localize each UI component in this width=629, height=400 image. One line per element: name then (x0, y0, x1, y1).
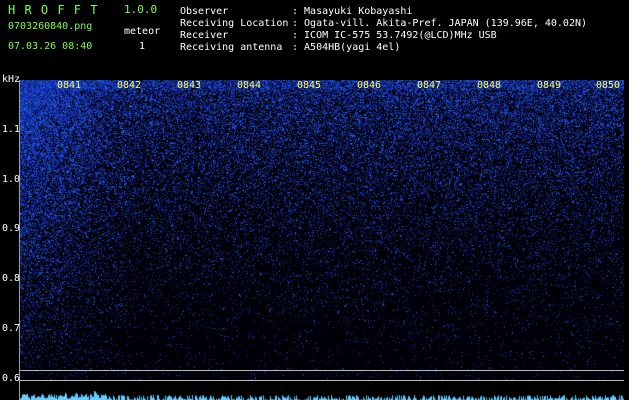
y-tick-label: 1.0 (2, 174, 21, 185)
x-tick-label: 0849 (536, 80, 562, 91)
info-antenna-label: Receiving antenna (180, 42, 283, 53)
info-observer-label: Observer (180, 6, 229, 17)
y-tick-label: 1.1 (2, 124, 21, 135)
y-tick-label: 0.6 (2, 373, 21, 384)
y-tick-label: 0.7 (2, 323, 21, 334)
y-axis-unit: kHz (2, 74, 21, 85)
info-antenna-value: : A504HB(yagi 4el) (292, 42, 401, 53)
info-receiver-label: Receiver (180, 30, 229, 41)
file-datetime: 07.03.26 08:40 (8, 41, 93, 52)
y-tick-label: 0.8 (2, 273, 21, 284)
spectrogram (20, 80, 624, 380)
x-axis-labels: 0841 0842 0843 0844 0845 0846 0847 0848 … (20, 80, 624, 92)
info-receiver-value: : ICOM IC-575 53.7492(@LCD)MHz USB (292, 30, 497, 41)
x-tick-label: 0850 (595, 80, 621, 91)
x-tick-label: 0844 (236, 80, 262, 91)
info-location-value: : Ogata-vill. Akita-Pref. JAPAN (139.96E… (292, 18, 588, 29)
trace-canvas (20, 391, 624, 400)
app-version: 1.0.0 (124, 3, 158, 16)
x-tick-label: 0848 (476, 80, 502, 91)
bottom-trace (20, 388, 624, 400)
meteor-label: meteor (124, 26, 161, 37)
hroft-window: H R O F F T 1.0.0 0703260840.png 07.03.2… (0, 0, 629, 400)
spectrogram-canvas (20, 80, 624, 380)
y-axis-labels: kHz 1.1 1.0 0.9 0.8 0.7 0.6 (0, 0, 20, 400)
rule-line-upper (20, 370, 624, 371)
meteor-count: 1 (139, 41, 146, 52)
x-tick-label: 0842 (116, 80, 142, 91)
x-tick-label: 0841 (56, 80, 82, 91)
x-tick-label: 0847 (416, 80, 442, 91)
app-title: H R O F F T (8, 3, 99, 17)
y-tick-label: 0.9 (2, 223, 21, 234)
x-tick-label: 0843 (176, 80, 202, 91)
info-observer-value: : Masayuki Kobayashi (292, 6, 413, 17)
info-location-label: Receiving Location (180, 18, 289, 29)
x-tick-label: 0845 (296, 80, 322, 91)
rule-line-lower (20, 380, 624, 381)
file-name: 0703260840.png (8, 21, 93, 32)
x-tick-label: 0846 (356, 80, 382, 91)
